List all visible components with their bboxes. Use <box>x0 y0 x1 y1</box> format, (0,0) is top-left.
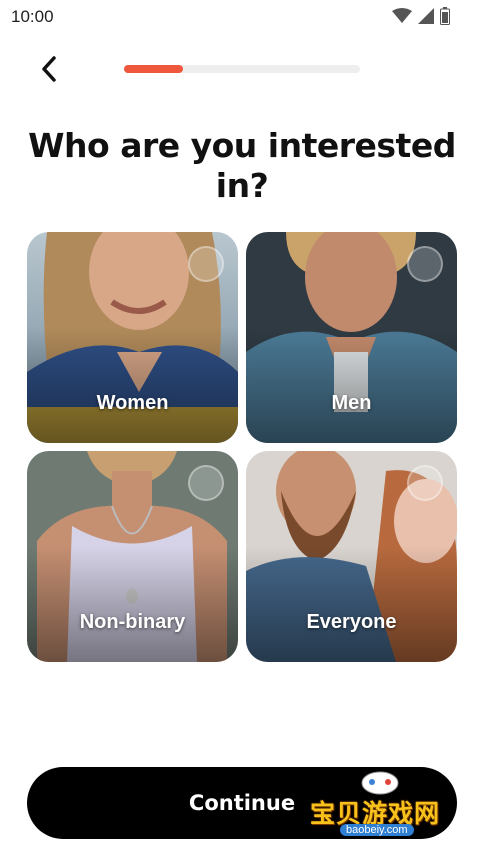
progress-fill <box>124 65 183 73</box>
option-card-everyone[interactable]: Everyone <box>246 451 457 662</box>
nonbinary-radio[interactable] <box>188 465 224 501</box>
wifi-icon <box>392 8 412 23</box>
chevron-left-icon <box>42 56 56 82</box>
back-button[interactable] <box>30 50 68 88</box>
everyone-radio[interactable] <box>407 465 443 501</box>
battery-icon <box>440 7 450 25</box>
watermark-url: baobeiy.com <box>340 824 414 836</box>
women-radio[interactable] <box>188 246 224 282</box>
page-title: Who are you interested in? <box>28 126 456 205</box>
option-card-men[interactable]: Men <box>246 232 457 443</box>
nonbinary-label: Non-binary <box>79 611 186 633</box>
women-label: Women <box>96 392 169 414</box>
gamepad-icon <box>361 771 399 795</box>
progress-bar <box>124 65 360 73</box>
status-time: 10:00 <box>11 7 54 26</box>
signal-icon <box>418 8 434 24</box>
watermark-logo: 宝贝游戏网 baobeiy.com <box>308 768 458 846</box>
option-card-women[interactable]: Women <box>27 232 238 443</box>
option-card-nonbinary[interactable]: Non-binary <box>27 451 238 662</box>
men-label: Men <box>331 392 372 414</box>
status-bar: 10:00 <box>0 0 484 34</box>
everyone-label: Everyone <box>306 611 397 633</box>
men-radio[interactable] <box>407 246 443 282</box>
status-icons <box>392 7 450 25</box>
